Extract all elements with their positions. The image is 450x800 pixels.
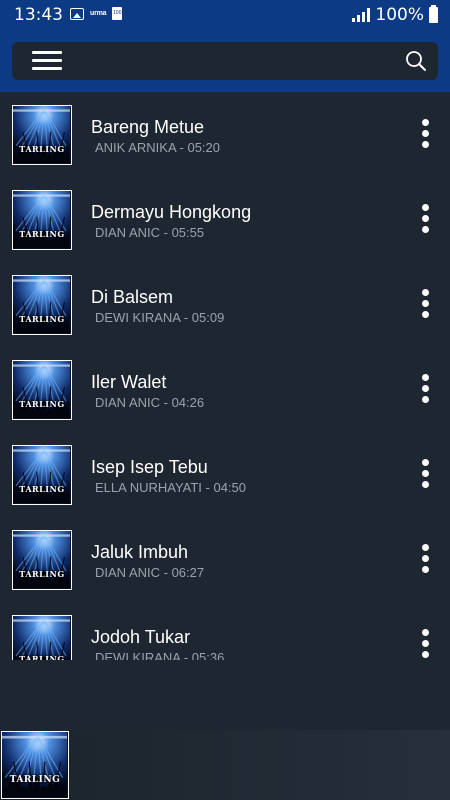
- album-art: TARLING: [12, 445, 72, 505]
- song-row[interactable]: TARLING Bareng Metue ANIK ARNIKA - 05:20: [0, 92, 450, 177]
- song-title: Iler Walet: [91, 372, 167, 392]
- song-row[interactable]: TARLING Isep Isep Tebu ELLA NURHAYATI - …: [0, 432, 450, 517]
- song-row[interactable]: TARLING Dermayu Hongkong DIAN ANIC - 05:…: [0, 177, 450, 262]
- more-options-icon[interactable]: [418, 204, 432, 238]
- album-art-text: TARLING: [19, 144, 65, 154]
- more-options-icon[interactable]: [418, 119, 432, 153]
- mini-player[interactable]: TARLING: [0, 730, 450, 800]
- song-subtitle: DIAN ANIC - 04:26: [95, 395, 205, 410]
- toolbar: [12, 42, 438, 80]
- song-row[interactable]: TARLING Jodoh Tukar DEWI KIRANA - 05:36: [0, 602, 450, 660]
- album-art: TARLING: [12, 360, 72, 420]
- notification-icons: urma 100: [70, 7, 123, 20]
- status-bar: 13:43 urma 100 100%: [0, 0, 450, 30]
- battery-percent: 100%: [375, 5, 424, 25]
- album-art: TARLING: [12, 275, 72, 335]
- more-options-icon[interactable]: [418, 544, 432, 578]
- hamburger-menu-icon[interactable]: [32, 51, 62, 71]
- more-options-icon[interactable]: [418, 629, 432, 660]
- song-title: Di Balsem: [91, 287, 174, 307]
- album-art-text: TARLING: [19, 399, 65, 409]
- album-art-text: TARLING: [19, 314, 65, 324]
- gallery-icon: [70, 7, 84, 20]
- song-subtitle: DEWI KIRANA - 05:09: [95, 310, 225, 325]
- song-title: Bareng Metue: [91, 117, 205, 137]
- mini-player-album-art[interactable]: TARLING: [1, 731, 69, 799]
- song-subtitle: DEWI KIRANA - 05:36: [95, 650, 225, 660]
- more-options-icon[interactable]: [418, 374, 432, 408]
- song-row[interactable]: TARLING Iler Walet DIAN ANIC - 04:26: [0, 347, 450, 432]
- signal-icon: [352, 8, 371, 22]
- album-art: TARLING: [12, 190, 72, 250]
- song-list[interactable]: TARLING Bareng Metue ANIK ARNIKA - 05:20…: [0, 92, 450, 660]
- album-art: TARLING: [12, 615, 72, 660]
- song-subtitle: ELLA NURHAYATI - 04:50: [95, 480, 247, 495]
- album-art-text: TARLING: [19, 654, 65, 660]
- album-art-text: TARLING: [9, 775, 61, 785]
- song-title: Jaluk Imbuh: [91, 542, 189, 562]
- status-time: 13:43: [14, 5, 63, 25]
- app-notification-icon: urma: [90, 10, 107, 17]
- song-subtitle: ANIK ARNIKA - 05:20: [95, 140, 221, 155]
- song-row[interactable]: TARLING Di Balsem DEWI KIRANA - 05:09: [0, 262, 450, 347]
- battery-icon: [429, 5, 438, 23]
- song-title: Jodoh Tukar: [91, 627, 191, 647]
- song-subtitle: DIAN ANIC - 05:55: [95, 225, 205, 240]
- song-title: Dermayu Hongkong: [91, 202, 252, 222]
- album-art: TARLING: [12, 530, 72, 590]
- song-subtitle: DIAN ANIC - 06:27: [95, 565, 205, 580]
- search-icon[interactable]: [404, 49, 428, 73]
- sd-card-icon: 100: [112, 7, 123, 20]
- more-options-icon[interactable]: [418, 289, 432, 323]
- status-right: 100%: [352, 5, 438, 25]
- song-row[interactable]: TARLING Jaluk Imbuh DIAN ANIC - 06:27: [0, 517, 450, 602]
- album-art-text: TARLING: [19, 484, 65, 494]
- album-art-text: TARLING: [19, 569, 65, 579]
- song-title: Isep Isep Tebu: [91, 457, 208, 477]
- album-art-text: TARLING: [19, 229, 65, 239]
- more-options-icon[interactable]: [418, 459, 432, 493]
- album-art: TARLING: [12, 105, 72, 165]
